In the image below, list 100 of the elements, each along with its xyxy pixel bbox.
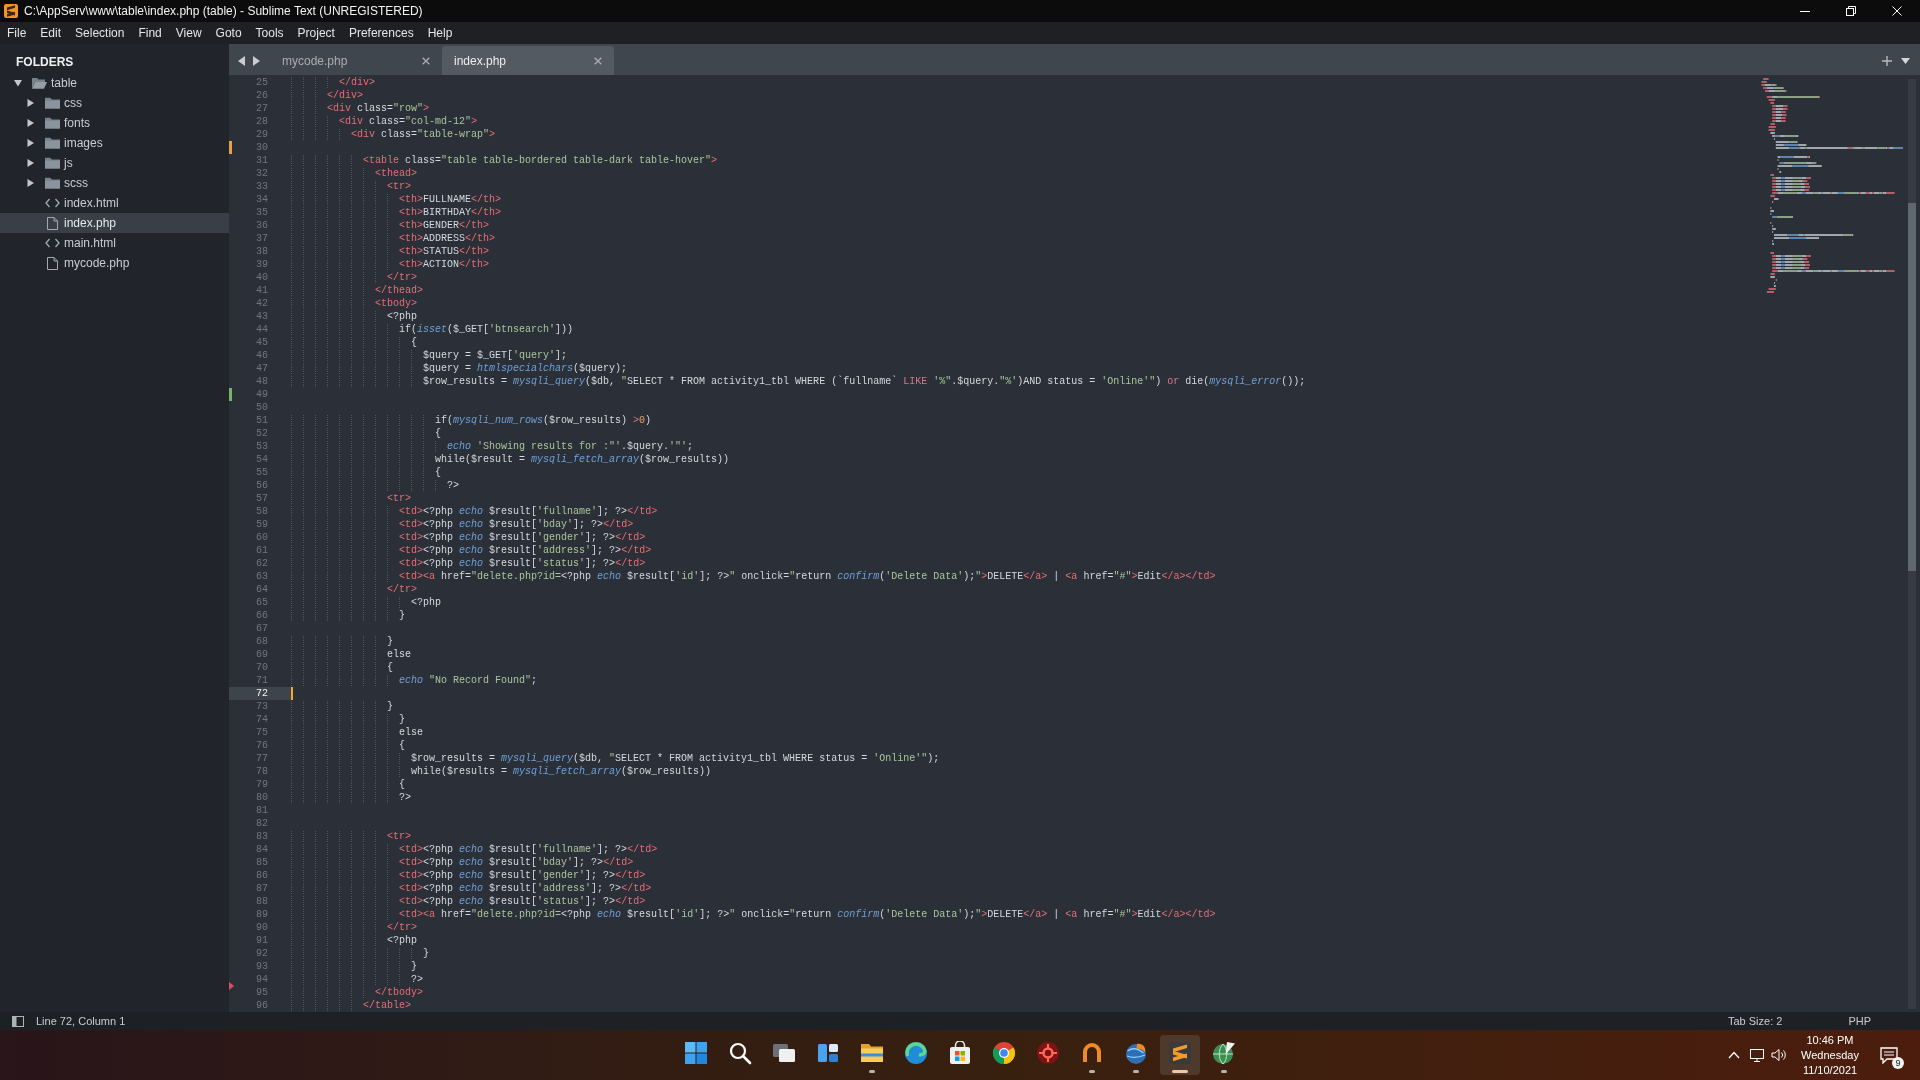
line-number: 32: [256, 167, 268, 180]
scrollbar-thumb[interactable]: [1908, 203, 1916, 571]
panels-icon[interactable]: [816, 1041, 840, 1065]
code-line: $query = $_GET['query'];: [423, 349, 568, 362]
line-number: 92: [256, 947, 268, 960]
clock-time[interactable]: 10:46 PM: [1806, 1032, 1854, 1048]
code-line: <tr>: [387, 830, 412, 843]
globe-icon[interactable]: [1124, 1041, 1148, 1065]
menu-item[interactable]: Preferences: [341, 25, 421, 41]
triangle-right-icon[interactable]: [27, 159, 34, 167]
menu-item[interactable]: Selection: [68, 25, 132, 41]
menu-item[interactable]: Help: [420, 25, 460, 41]
search-icon[interactable]: [728, 1041, 752, 1065]
clock-date[interactable]: 11/10/2021: [1802, 1062, 1858, 1078]
tree-item[interactable]: index.html: [0, 193, 229, 213]
menu-item[interactable]: Edit: [33, 25, 69, 41]
code-line: ?>: [411, 973, 424, 986]
line-number: 45: [256, 336, 268, 349]
code-line: {: [399, 778, 406, 791]
triangle-right-icon[interactable]: [27, 179, 34, 187]
four-squares-icon[interactable]: [684, 1041, 708, 1065]
line-number: 60: [256, 531, 268, 544]
line-number: 82: [256, 817, 268, 830]
restore-icon[interactable]: [1846, 6, 1856, 16]
code-line: <th>STATUS</th>: [399, 245, 490, 258]
code-line: <tbody>: [375, 297, 418, 310]
tree-item[interactable]: js: [0, 153, 229, 173]
triangle-right-icon[interactable]: [27, 139, 34, 147]
code-line: $query = htmlspecialchars($query);: [423, 362, 628, 375]
status-position[interactable]: Line 72, Column 1: [36, 1012, 126, 1030]
line-number: 96: [256, 999, 268, 1012]
tree-item[interactable]: fonts: [0, 113, 229, 133]
triangle-left-icon[interactable]: [238, 55, 245, 66]
folder-icon[interactable]: [860, 1041, 884, 1065]
code-line: </tr>: [387, 583, 418, 596]
syntax-indicator[interactable]: PHP: [1848, 1012, 1871, 1030]
code-line: <?php: [387, 934, 418, 947]
triangle-right-icon[interactable]: [27, 99, 34, 107]
scrollbar[interactable]: [1908, 79, 1916, 1009]
plus-icon[interactable]: [1882, 55, 1892, 66]
tree-item[interactable]: images: [0, 133, 229, 153]
tree-item[interactable]: index.php: [0, 213, 229, 233]
menu-item[interactable]: Project: [290, 25, 342, 41]
line-number: 63: [256, 570, 268, 583]
line-number: 86: [256, 869, 268, 882]
folder-icon: [45, 177, 60, 189]
line-number: 84: [256, 843, 268, 856]
line-number: 26: [256, 89, 268, 102]
code-line: <th>BIRTHDAY</th>: [399, 206, 502, 219]
triangle-right-icon[interactable]: [253, 55, 260, 66]
line-number: 43: [256, 310, 268, 323]
speaker-icon[interactable]: [1771, 1048, 1787, 1062]
code-line: else: [399, 726, 424, 739]
clock-day[interactable]: Wednesday: [1801, 1047, 1859, 1063]
code-line: {: [411, 336, 418, 349]
tab[interactable]: mycode.php: [270, 46, 442, 75]
triangle-down-icon[interactable]: [14, 79, 22, 87]
line-number: 77: [256, 752, 268, 765]
code-line: </table>: [363, 999, 412, 1012]
swirl-circle-icon[interactable]: [904, 1041, 928, 1065]
tab[interactable]: index.php: [442, 46, 614, 75]
line-number: 62: [256, 557, 268, 570]
s-stripes-tile-icon[interactable]: [1168, 1041, 1192, 1065]
menu-item[interactable]: File: [0, 25, 34, 41]
horseshoe-icon[interactable]: [1080, 1041, 1104, 1065]
line-number: 93: [256, 960, 268, 973]
code-line: <td><?php echo $result['bday']; ?></td>: [399, 856, 634, 869]
code-line: <?php: [411, 596, 442, 609]
tree-item[interactable]: main.html: [0, 233, 229, 253]
folder-icon: [45, 97, 60, 109]
globe-icon[interactable]: [1212, 1041, 1236, 1065]
tree-item[interactable]: css: [0, 93, 229, 113]
folder-icon: [45, 137, 60, 149]
menu-item[interactable]: Goto: [208, 25, 249, 41]
menu-item[interactable]: Tools: [248, 25, 291, 41]
tree-item[interactable]: mycode.php: [0, 253, 229, 273]
shopping-bag-icon[interactable]: [948, 1041, 972, 1065]
menu-item[interactable]: Find: [131, 25, 169, 41]
code-line: <th>GENDER</th>: [399, 219, 490, 232]
menu-item[interactable]: View: [168, 25, 209, 41]
tree-item[interactable]: table: [0, 73, 229, 93]
crosshair-circle-icon[interactable]: [1036, 1041, 1060, 1065]
code-line: $row_results = mysqli_query($db, "SELECT * FROM activity1_tbl WHERE status = 'Online'");: [411, 752, 940, 765]
code-line: else: [387, 648, 412, 661]
triangle-down-icon[interactable]: [1901, 57, 1910, 64]
stacked-windows-icon[interactable]: [772, 1041, 796, 1065]
code-line: if(isset($_GET['btnsearch'])): [399, 323, 574, 336]
chevron-up-icon[interactable]: [1728, 1051, 1740, 1059]
message-icon[interactable]: [1880, 1046, 1898, 1064]
triangle-right-icon[interactable]: [27, 119, 34, 127]
tree-item[interactable]: scss: [0, 173, 229, 193]
code-line: </tr>: [387, 921, 418, 934]
panel-icon[interactable]: [12, 1015, 24, 1027]
code-line: </thead>: [375, 284, 424, 297]
code-line: <td><?php echo $result['fullname']; ?></td>: [399, 843, 658, 856]
monitor-icon[interactable]: [1749, 1047, 1765, 1063]
tab-size-indicator[interactable]: Tab Size: 2: [1727, 1012, 1783, 1030]
line-number: 50: [256, 401, 268, 414]
file-icon: [45, 256, 60, 270]
segmented-circle-icon[interactable]: [992, 1041, 1016, 1065]
